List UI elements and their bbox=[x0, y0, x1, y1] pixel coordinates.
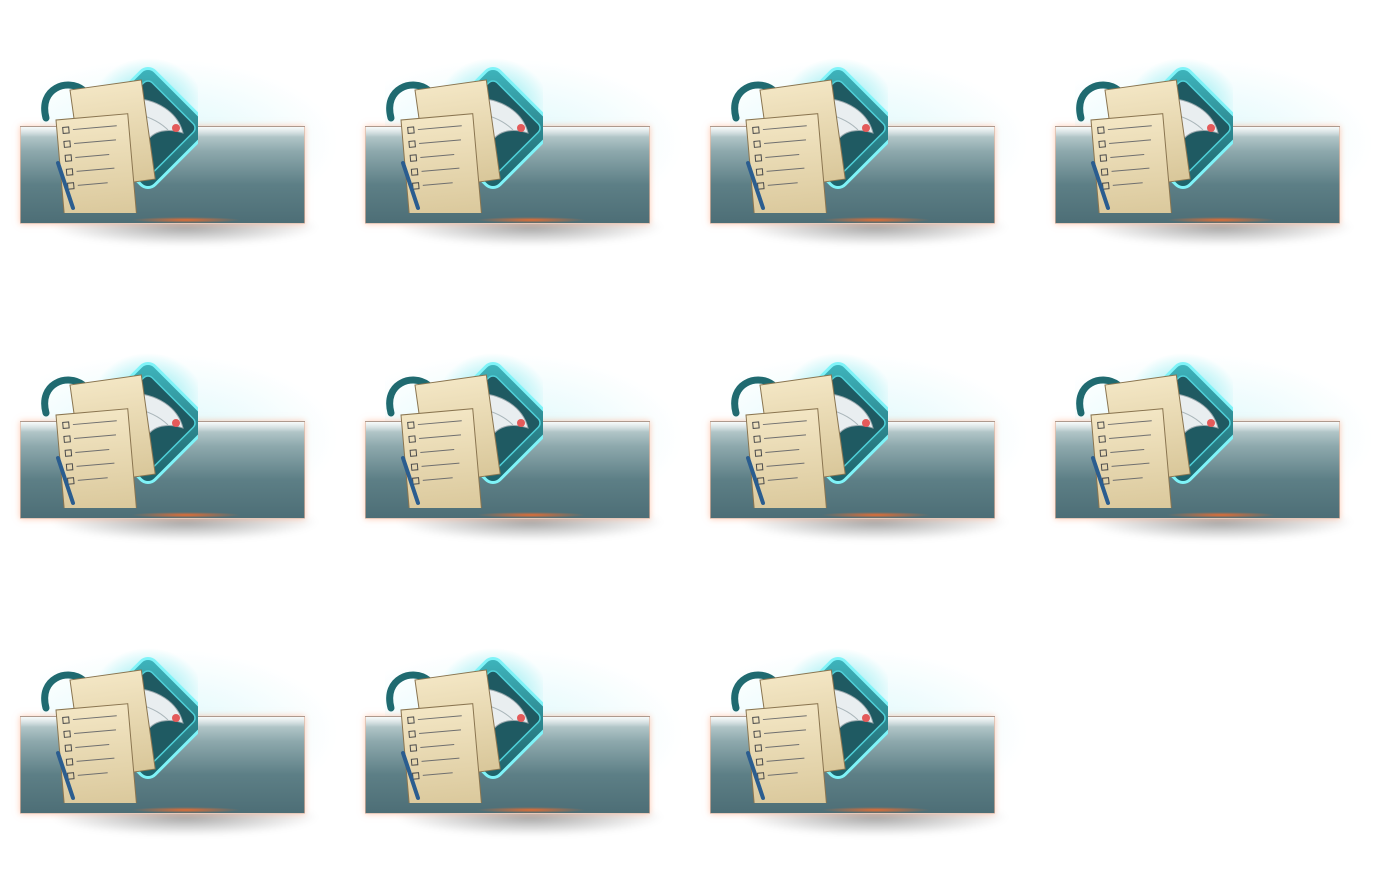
mail-banner-frame-10 bbox=[365, 648, 695, 878]
mail-banner-frame-3 bbox=[710, 58, 1040, 288]
mail-banner-frame-1 bbox=[20, 58, 350, 288]
mail-documents-dove-icon bbox=[386, 648, 543, 803]
mail-documents-dove-icon bbox=[41, 648, 198, 803]
mail-documents-dove-icon bbox=[731, 353, 888, 508]
mail-documents-dove-icon bbox=[386, 58, 543, 213]
mail-banner-frame-5 bbox=[20, 353, 350, 583]
mail-banner-frame-2 bbox=[365, 58, 695, 288]
mail-banner-frame-4 bbox=[1055, 58, 1380, 288]
mail-documents-dove-icon bbox=[1076, 58, 1233, 213]
mail-documents-dove-icon bbox=[1076, 353, 1233, 508]
mail-documents-dove-icon bbox=[41, 58, 198, 213]
mail-documents-dove-icon bbox=[386, 353, 543, 508]
mail-banner-frame-8 bbox=[1055, 353, 1380, 583]
mail-documents-dove-icon bbox=[731, 58, 888, 213]
mail-banner-frame-9 bbox=[20, 648, 350, 878]
mail-banner-frame-6 bbox=[365, 353, 695, 583]
mail-documents-dove-icon bbox=[41, 353, 198, 508]
mail-documents-dove-icon bbox=[731, 648, 888, 803]
sprite-sheet bbox=[0, 0, 1380, 885]
mail-banner-frame-11 bbox=[710, 648, 1040, 878]
mail-banner-frame-7 bbox=[710, 353, 1040, 583]
